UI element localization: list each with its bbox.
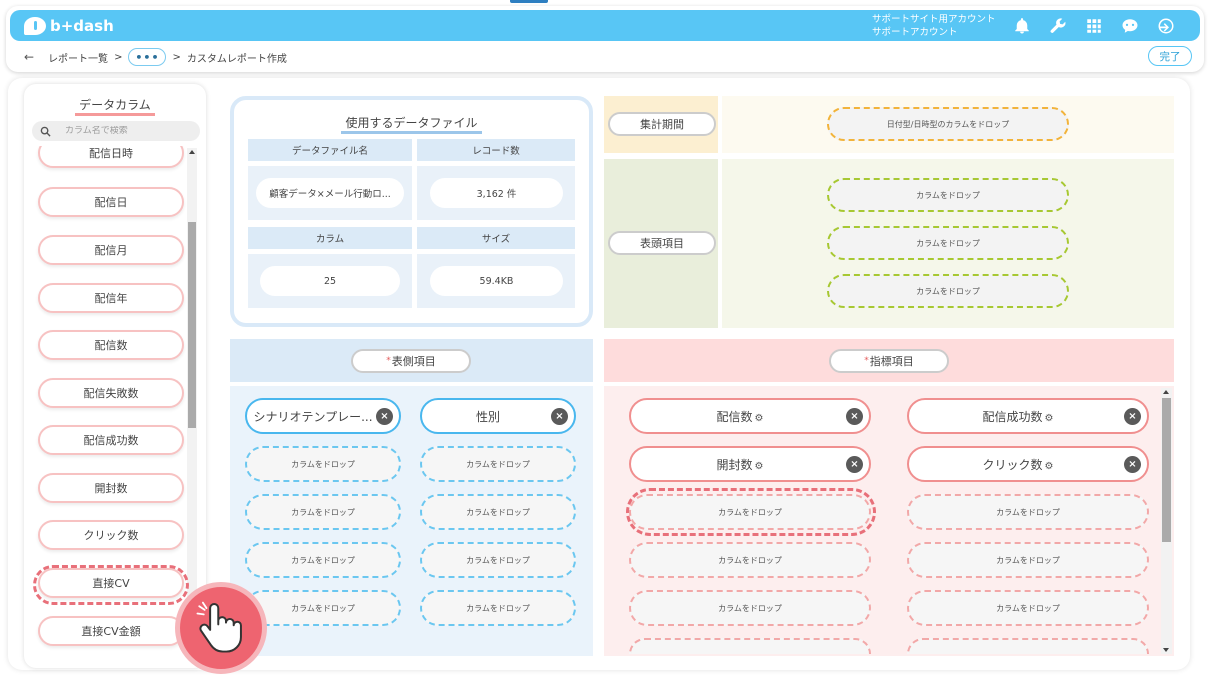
row-header-drop-zone[interactable]: カラムをドロップ — [245, 446, 401, 482]
search-icon — [40, 126, 51, 137]
scroll-down-icon[interactable] — [1163, 648, 1169, 652]
breadcrumb-separator: > — [114, 51, 123, 63]
logout-icon[interactable] — [1154, 14, 1178, 38]
scrollbar-thumb[interactable] — [1162, 398, 1171, 542]
remove-icon[interactable]: × — [1124, 456, 1141, 473]
indicator-chip[interactable]: 開封数 ⚙ × — [629, 446, 871, 482]
logo-text: b+dash — [50, 16, 114, 35]
header-card: b+dash サポートサイト用アカウント サポートアカウント ← レポート一覧 … — [6, 6, 1204, 72]
scrollbar-thumb[interactable] — [188, 222, 196, 428]
file-size-header: サイズ — [417, 227, 575, 249]
bell-icon[interactable] — [1010, 14, 1034, 38]
indicator-label: * 指標項目 — [829, 349, 949, 373]
breadcrumb-separator: > — [172, 51, 181, 63]
data-file-panel: 使用するデータファイル データファイル名 レコード数 顧客データ×メール行動ロ.… — [230, 96, 593, 327]
file-name-header: データファイル名 — [248, 139, 412, 161]
indicator-drop-zone[interactable]: カラムをドロップ — [629, 590, 871, 626]
indicator-chip[interactable]: 配信数 ⚙ × — [629, 398, 871, 434]
row-header-chip[interactable]: シナリオテンプレー... × — [245, 398, 401, 434]
app-root: b+dash サポートサイト用アカウント サポートアカウント ← レポート一覧 … — [0, 0, 1210, 680]
column-item[interactable]: 配信月 — [38, 235, 184, 265]
file-name-value: 顧客データ×メール行動ロ... — [256, 178, 404, 208]
logo[interactable]: b+dash — [24, 16, 114, 35]
column-item[interactable]: 配信年 — [38, 283, 184, 313]
column-header-label: 表頭項目 — [608, 231, 716, 255]
indicator-chip[interactable]: クリック数 ⚙ × — [907, 446, 1149, 482]
drag-hand-icon — [175, 582, 267, 674]
drop-target-highlight — [626, 488, 876, 536]
breadcrumb-report-list[interactable]: レポート一覧 — [48, 50, 108, 65]
breadcrumb-current: カスタムレポート作成 — [186, 53, 287, 65]
period-label: 集計期間 — [608, 112, 716, 136]
row-header-drop-zone[interactable]: カラムをドロップ — [245, 542, 401, 578]
remove-icon[interactable]: × — [551, 408, 568, 425]
file-size-value: 59.4KB — [430, 266, 563, 296]
account-info[interactable]: サポートサイト用アカウント サポートアカウント — [872, 13, 996, 39]
row-header-label: * 表側項目 — [351, 349, 471, 373]
indicator-drop-zone[interactable]: カラムをドロップ — [907, 542, 1149, 578]
indicator-drop-zone[interactable]: カラムをドロップ — [907, 494, 1149, 530]
chat-bot-icon[interactable] — [1118, 14, 1142, 38]
sidebar-title: データカラム — [24, 96, 206, 116]
column-header-drop-zone[interactable]: カラムをドロップ — [827, 274, 1069, 308]
required-mark: * — [864, 356, 869, 366]
indicator-chip[interactable]: 配信成功数 ⚙ × — [907, 398, 1149, 434]
row-header-drop-zone[interactable]: カラムをドロップ — [245, 494, 401, 530]
period-drop-zone[interactable]: 日付型/日時型のカラムをドロップ — [827, 107, 1069, 141]
indicator-scrollbar[interactable] — [1161, 388, 1172, 654]
account-line1: サポートサイト用アカウント — [872, 14, 996, 25]
column-item[interactable]: 配信成功数 — [38, 425, 184, 455]
header-icons — [1010, 14, 1178, 38]
column-item[interactable]: 配信数 — [38, 330, 184, 360]
done-button[interactable]: 完了 — [1148, 46, 1192, 66]
column-header-drop-zone[interactable]: カラムをドロップ — [827, 178, 1069, 212]
data-file-title: 使用するデータファイル — [234, 114, 589, 134]
row-header-drop-zone[interactable]: カラムをドロップ — [420, 446, 576, 482]
record-count-header: レコード数 — [417, 139, 575, 161]
row-header-drop-zone[interactable]: カラムをドロップ — [420, 494, 576, 530]
indicator-drop-zone[interactable]: カラムをドロップ — [629, 542, 871, 578]
column-item[interactable]: 開封数 — [38, 473, 184, 503]
grid-icon[interactable] — [1082, 14, 1106, 38]
remove-icon[interactable]: × — [1124, 408, 1141, 425]
remove-icon[interactable]: × — [376, 408, 393, 425]
gear-icon[interactable]: ⚙ — [1045, 461, 1054, 472]
scroll-up-icon[interactable] — [189, 150, 195, 154]
remove-icon[interactable]: × — [846, 408, 863, 425]
column-item[interactable]: 配信失敗数 — [38, 378, 184, 408]
column-item[interactable]: クリック数 — [38, 520, 184, 550]
required-mark: * — [386, 356, 391, 366]
row-header-drop-zone[interactable]: カラムをドロップ — [245, 590, 401, 626]
account-line2: サポートアカウント — [872, 27, 958, 38]
gear-icon[interactable]: ⚙ — [755, 461, 764, 472]
indicator-drop-zone[interactable]: カラムをドロップ — [907, 590, 1149, 626]
gear-icon[interactable]: ⚙ — [1045, 413, 1054, 424]
record-count-value: 3,162 件 — [430, 178, 563, 208]
header-bar: b+dash サポートサイト用アカウント サポートアカウント — [10, 10, 1200, 41]
row-header-chip[interactable]: 性別 × — [420, 398, 576, 434]
breadcrumb-more-button[interactable]: ••• — [128, 48, 167, 66]
back-arrow-icon[interactable]: ← — [24, 50, 34, 64]
column-count-value: 25 — [260, 266, 400, 296]
column-item[interactable]: 配信日時 — [38, 146, 184, 168]
indicator-drop-zone[interactable] — [907, 638, 1149, 654]
column-count-header: カラム — [248, 227, 412, 249]
top-accent — [510, 0, 548, 3]
scroll-up-icon[interactable] — [1163, 390, 1169, 394]
drag-highlight — [33, 565, 189, 605]
column-item[interactable]: 配信日 — [38, 187, 184, 217]
column-search[interactable] — [32, 121, 200, 141]
row-header-drop-zone[interactable]: カラムをドロップ — [420, 590, 576, 626]
gear-icon[interactable]: ⚙ — [755, 413, 764, 424]
column-item[interactable]: 直接CV金額 — [38, 616, 184, 646]
row-header-drop-zone[interactable]: カラムをドロップ — [420, 542, 576, 578]
remove-icon[interactable]: × — [846, 456, 863, 473]
breadcrumb: ← レポート一覧 > ••• > カスタムレポート作成 — [24, 47, 287, 67]
wrench-icon[interactable] — [1046, 14, 1070, 38]
column-search-input[interactable] — [65, 126, 195, 136]
indicator-drop-zone[interactable] — [629, 638, 871, 654]
logo-icon — [24, 16, 46, 35]
column-header-drop-zone[interactable]: カラムをドロップ — [827, 226, 1069, 260]
